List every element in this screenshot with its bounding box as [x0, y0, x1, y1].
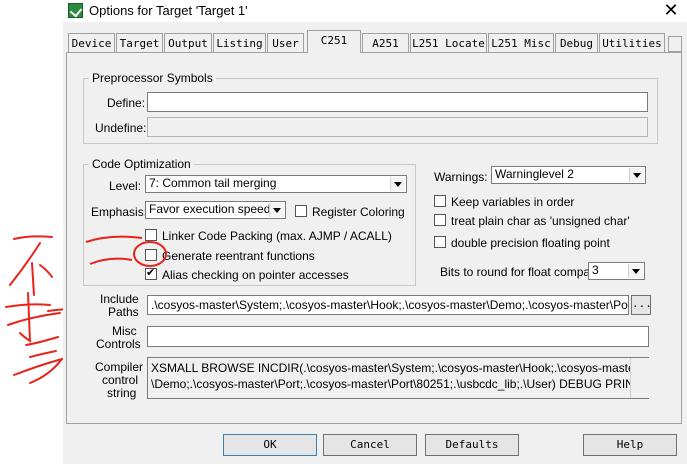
- undefine-label: Undefine:: [95, 121, 147, 135]
- reentrant-label: Generate reentrant functions: [162, 249, 315, 263]
- level-value: 7: Common tail merging: [149, 176, 277, 190]
- level-select[interactable]: 7: Common tail merging: [145, 175, 407, 193]
- register-coloring-checkbox[interactable]: [295, 205, 307, 217]
- compiler-control-line2: \Demo;.\cosyos-master\Port;.\cosyos-mast…: [151, 377, 648, 391]
- include-browse-button[interactable]: ...: [631, 295, 652, 315]
- undefine-field[interactable]: [147, 117, 648, 137]
- register-coloring-label: Register Coloring: [312, 205, 405, 219]
- compiler-label-line1: Compiler: [95, 360, 144, 374]
- window-title: Options for Target 'Target 1': [89, 3, 248, 18]
- tab-target[interactable]: Target: [116, 33, 163, 52]
- keep-vars-label: Keep variables in order: [451, 195, 575, 209]
- chevron-down-icon: [269, 203, 284, 217]
- compiler-control-field[interactable]: XSMALL BROWSE INCDIR(.\cosyos-master\Sys…: [147, 357, 649, 399]
- bits-round-value: 3: [592, 263, 599, 277]
- tab-utilities[interactable]: Utilities: [599, 33, 665, 52]
- define-field[interactable]: [147, 92, 648, 112]
- define-label: Define:: [107, 96, 146, 110]
- warnings-label: Warnings:: [434, 170, 488, 184]
- emphasis-value: Favor execution speed: [149, 202, 271, 216]
- tab-output[interactable]: Output: [164, 33, 212, 52]
- warnings-select[interactable]: Warninglevel 2: [491, 166, 646, 184]
- compiler-label-line3: string: [107, 386, 137, 400]
- include-paths-field[interactable]: .\cosyos-master\System;.\cosyos-master\H…: [147, 295, 629, 315]
- tab-a251[interactable]: A251: [362, 33, 409, 52]
- alias-label: Alias checking on pointer accesses: [162, 268, 349, 282]
- cancel-button[interactable]: Cancel: [323, 434, 417, 456]
- ok-button[interactable]: OK: [223, 434, 317, 456]
- tab-scroll-arrow[interactable]: [668, 36, 682, 52]
- close-icon[interactable]: ✕: [660, 0, 682, 20]
- emphasis-label: Emphasis:: [91, 205, 148, 219]
- misc-controls-field[interactable]: [147, 326, 649, 347]
- compiler-label-line2: control: [102, 373, 139, 387]
- compiler-scrollbar[interactable]: [630, 358, 649, 398]
- keil-app-icon: [68, 3, 83, 18]
- plain-char-label: treat plain char as 'unsigned char': [451, 214, 630, 228]
- tab-debug[interactable]: Debug: [555, 33, 598, 52]
- compiler-control-line1: XSMALL BROWSE INCDIR(.\cosyos-master\Sys…: [151, 361, 639, 375]
- tab-device[interactable]: Device: [68, 33, 115, 52]
- code-optimization-title: Code Optimization: [89, 157, 194, 171]
- preprocessor-title: Preprocessor Symbols: [89, 71, 216, 85]
- tab-l251-locate[interactable]: L251 Locate: [410, 33, 487, 52]
- chevron-down-icon: [629, 168, 644, 182]
- help-button[interactable]: Help: [583, 434, 677, 456]
- bits-round-label: Bits to round for float compare:: [440, 265, 605, 279]
- level-label: Level:: [109, 179, 142, 193]
- chevron-down-icon: [390, 177, 405, 191]
- bits-round-select[interactable]: 3: [588, 262, 645, 280]
- misc-label-line1: Misc: [112, 324, 137, 338]
- tab-listing[interactable]: Listing: [213, 33, 266, 52]
- keep-vars-checkbox[interactable]: [434, 195, 446, 207]
- include-label-line1: Include: [100, 292, 139, 306]
- emphasis-select[interactable]: Favor execution speed: [145, 201, 286, 219]
- linker-packing-label: Linker Code Packing (max. AJMP / ACALL): [162, 229, 392, 243]
- tab-user[interactable]: User: [267, 33, 304, 52]
- tab-l251-misc[interactable]: L251 Misc: [488, 33, 554, 52]
- misc-label-line2: Controls: [96, 337, 141, 351]
- red-circle-annotation: [85, 235, 167, 267]
- double-fp-checkbox[interactable]: [434, 236, 446, 248]
- defaults-button[interactable]: Defaults: [425, 434, 519, 456]
- chevron-down-icon: [628, 264, 643, 278]
- tab-c251[interactable]: C251: [307, 30, 361, 53]
- plain-char-checkbox[interactable]: [434, 214, 446, 226]
- include-label-line2: Paths: [108, 305, 139, 319]
- warnings-value: Warninglevel 2: [495, 167, 574, 181]
- double-fp-label: double precision floating point: [451, 236, 610, 250]
